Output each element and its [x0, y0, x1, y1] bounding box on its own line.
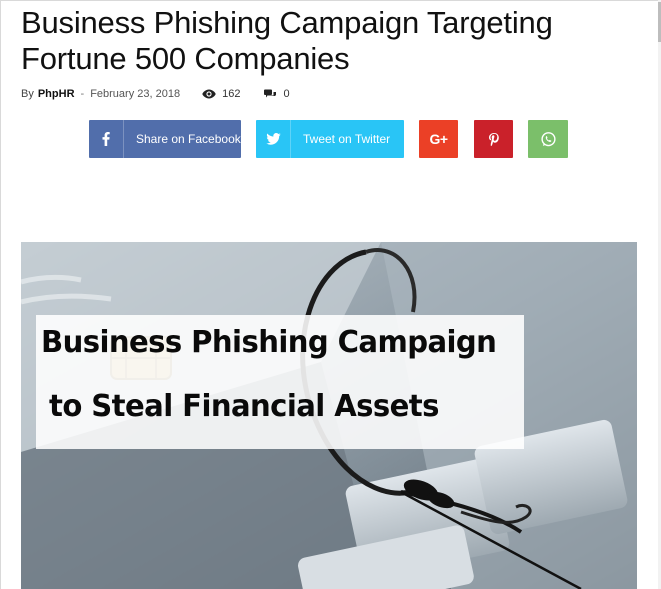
- byline-label: By: [21, 88, 34, 100]
- share-facebook-button[interactable]: Share on Facebook: [89, 120, 241, 158]
- share-twitter-label: Tweet on Twitter: [303, 132, 391, 146]
- article-title: Business Phishing Campaign Targeting For…: [21, 5, 553, 76]
- author-link[interactable]: PhpHR: [38, 88, 75, 100]
- twitter-icon: [256, 120, 290, 158]
- comment-count[interactable]: 0: [264, 88, 290, 100]
- pinterest-icon: [488, 132, 499, 146]
- share-pinterest-button[interactable]: [474, 120, 513, 158]
- image-caption-box: Business Phishing Campaign to Steal Fina…: [36, 315, 524, 449]
- featured-image: Business Phishing Campaign to Steal Fina…: [21, 242, 637, 589]
- publish-date: February 23, 2018: [90, 88, 181, 100]
- meta-separator: -: [80, 88, 85, 100]
- view-count: 162: [202, 88, 240, 100]
- share-twitter-button[interactable]: Tweet on Twitter: [256, 120, 404, 158]
- comment-icon: [264, 89, 277, 98]
- social-share-bar: Share on Facebook Tweet on Twitter G+: [0, 120, 661, 158]
- share-facebook-label: Share on Facebook: [136, 132, 241, 146]
- article-meta: By PhpHR - February 23, 2018 162 0: [21, 86, 290, 102]
- eye-icon: [202, 89, 216, 99]
- facebook-icon: [89, 120, 123, 158]
- image-caption-line-2: to Steal Financial Assets: [49, 389, 439, 424]
- image-caption-line-1: Business Phishing Campaign: [41, 325, 497, 360]
- share-whatsapp-button[interactable]: [528, 120, 568, 158]
- window-top-border: [0, 0, 661, 1]
- share-googleplus-button[interactable]: G+: [419, 120, 458, 158]
- whatsapp-icon: [540, 131, 556, 146]
- google-plus-icon: G+: [429, 131, 448, 147]
- view-count-value: 162: [222, 88, 241, 100]
- window-left-border: [0, 0, 1, 589]
- comment-count-value: 0: [283, 88, 290, 100]
